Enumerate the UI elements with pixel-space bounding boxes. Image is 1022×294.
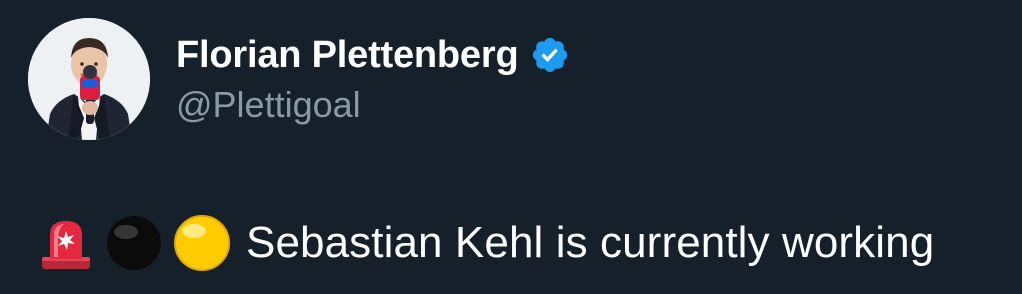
rotating-light-icon <box>42 221 90 269</box>
yellow-circle-icon <box>174 215 230 271</box>
tweet-body: Sebastian Kehl is currently working <box>36 212 934 274</box>
avatar-photo-icon <box>28 18 150 140</box>
black-circle-icon <box>107 216 161 270</box>
tweet-card: Florian Plettenberg @Plettigoal Sebastia… <box>0 0 1022 294</box>
tweet-text: Sebastian Kehl is currently working <box>246 218 935 267</box>
avatar[interactable] <box>28 18 150 140</box>
author-display-name[interactable]: Florian Plettenberg <box>176 32 519 78</box>
author-handle[interactable]: @Plettigoal <box>176 82 361 128</box>
verified-badge-icon <box>533 37 568 73</box>
author-name-row: Florian Plettenberg <box>176 32 570 78</box>
